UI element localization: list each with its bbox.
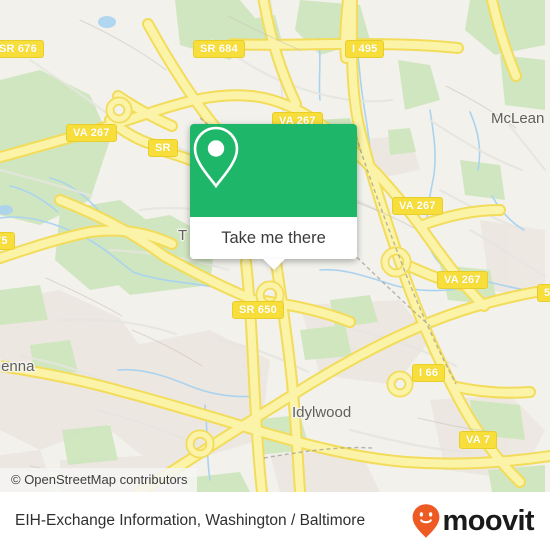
moovit-wordmark: moovit [442, 504, 535, 537]
place-label: Idylwood [292, 404, 352, 421]
moovit-smiley-pin-icon [412, 504, 439, 538]
station-title: EIH-Exchange Information, Washington / B… [15, 512, 366, 529]
osm-attribution[interactable]: © OpenStreetMap contributors [0, 468, 197, 492]
road-shield: 75 [0, 232, 15, 250]
road-shield: SR 676 [0, 40, 44, 58]
popup-action-area[interactable]: Take me there [190, 217, 357, 270]
footer-bar: EIH-Exchange Information, Washington / B… [0, 492, 550, 550]
road-shield: SR [148, 139, 178, 157]
road-shield: I 495 [345, 40, 385, 58]
moovit-map-screenshot: .wtr { stroke:#AAD3F0; fill:none; stroke… [0, 0, 550, 550]
road-shield: VA 267 [437, 271, 488, 289]
popup-pointer-tail [262, 259, 285, 270]
road-shield: VA 7 [459, 431, 498, 449]
road-shield: VA 267 [66, 124, 117, 142]
moovit-brand[interactable]: moovit [411, 503, 535, 539]
road-shield: SR 684 [193, 40, 245, 58]
take-me-there-button[interactable]: Take me there [221, 229, 326, 248]
popup-image-area [190, 124, 357, 217]
place-label: T [178, 227, 188, 244]
road-shield: VA 267 [392, 197, 443, 215]
destination-popup[interactable]: Take me there [190, 124, 357, 270]
place-label: Vienna [0, 358, 35, 375]
place-label: McLean [491, 110, 545, 127]
road-shield: I 66 [412, 364, 446, 382]
road-shield: 5 [537, 284, 550, 302]
map-pin-icon [193, 126, 239, 189]
map-canvas[interactable]: .wtr { stroke:#AAD3F0; fill:none; stroke… [0, 0, 550, 492]
road-shield: SR 650 [232, 301, 284, 319]
